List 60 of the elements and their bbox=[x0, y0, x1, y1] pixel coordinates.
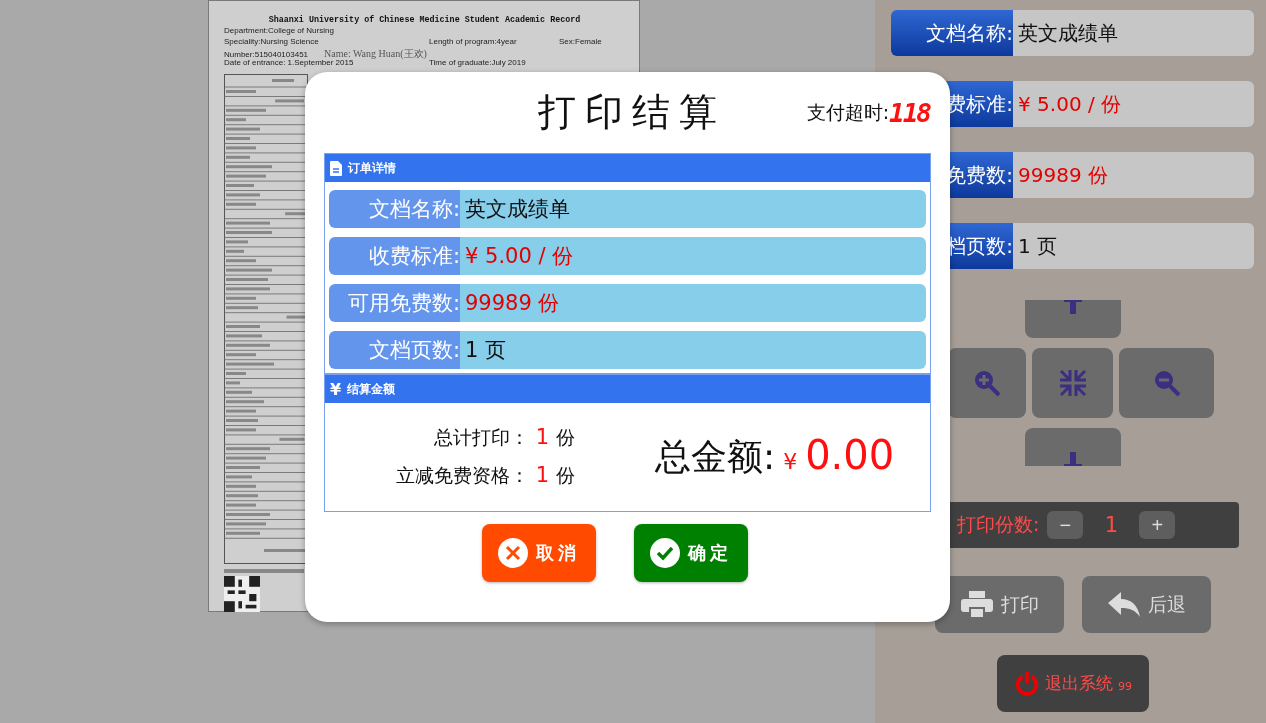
countdown-timer: 118 bbox=[889, 97, 930, 128]
order-value: 1 页 bbox=[460, 331, 926, 369]
order-label: 文档页数: bbox=[329, 331, 460, 369]
order-value: 99989 份 bbox=[460, 284, 926, 322]
bar-icon bbox=[1061, 452, 1085, 466]
field-value: 英文成绩单 bbox=[1013, 10, 1254, 56]
order-label: 文档名称: bbox=[329, 190, 460, 228]
zoom-out-button[interactable] bbox=[1119, 348, 1214, 418]
summary-label: 总计打印： bbox=[433, 425, 529, 450]
sex-text: Sex:Female bbox=[559, 36, 602, 46]
summary-unit: 份 bbox=[556, 425, 575, 450]
summary-count: 1 bbox=[534, 463, 550, 487]
summary-count: 1 bbox=[534, 425, 550, 449]
field-label: 文档名称: bbox=[891, 10, 1013, 56]
field-value: ¥ 5.00 / 份 bbox=[1013, 81, 1254, 127]
close-icon bbox=[498, 538, 528, 568]
field-value: 1 页 bbox=[1013, 223, 1254, 269]
total-label: 总金额: bbox=[655, 435, 776, 479]
summary-label: 立减免费资格： bbox=[395, 463, 529, 488]
qr-code-icon bbox=[224, 576, 260, 612]
order-value: 英文成绩单 bbox=[460, 190, 926, 228]
speciality-text: Speciality:Nursing Science bbox=[224, 36, 320, 46]
total-amount: 0.00 bbox=[805, 432, 895, 478]
order-label: 收费标准: bbox=[329, 237, 460, 275]
print-button[interactable]: 打印 bbox=[935, 576, 1064, 633]
yen-icon: ¥ bbox=[330, 379, 342, 399]
document-title: Shaanxi University of Chinese Medicine Student Academic Record bbox=[267, 15, 582, 25]
exit-button[interactable]: 退出系统 99 bbox=[997, 655, 1149, 712]
increase-button[interactable]: + bbox=[1139, 511, 1176, 539]
document-icon bbox=[330, 160, 342, 176]
section-title: 结算金额 bbox=[347, 380, 396, 398]
printer-icon bbox=[960, 590, 993, 619]
copies-value: 1 bbox=[1103, 513, 1120, 537]
check-icon bbox=[650, 538, 680, 568]
reply-arrow-icon bbox=[1107, 590, 1140, 619]
cancel-button[interactable]: 取消 bbox=[482, 524, 596, 582]
scroll-up-button[interactable] bbox=[1025, 300, 1121, 338]
graduate-date-text: Time of graduate:July 2019 bbox=[429, 57, 526, 67]
decrease-button[interactable]: − bbox=[1047, 511, 1084, 539]
confirm-button[interactable]: 确定 bbox=[634, 524, 748, 582]
power-icon bbox=[1014, 670, 1040, 697]
exit-count-text: 99 bbox=[1118, 680, 1132, 693]
scroll-down-button[interactable] bbox=[1025, 428, 1121, 466]
dialog-title: 打印结算 bbox=[537, 89, 726, 136]
order-label: 可用免费数: bbox=[329, 284, 460, 322]
copies-label: 打印份数: bbox=[957, 512, 1040, 537]
timeout-label: 支付超时: bbox=[806, 99, 890, 125]
summary-unit: 份 bbox=[556, 463, 575, 488]
department-text: Department:College of Nursing bbox=[224, 26, 334, 35]
exit-label: 退出系统 bbox=[1045, 672, 1113, 695]
back-button[interactable]: 后退 bbox=[1082, 576, 1211, 633]
fit-button[interactable] bbox=[1032, 348, 1113, 418]
program-length-text: Length of program:4year bbox=[429, 36, 518, 46]
section-title: 订单详情 bbox=[348, 159, 396, 177]
bar-icon bbox=[1061, 300, 1085, 314]
total-currency: ¥ bbox=[783, 449, 798, 474]
field-value: 99989 份 bbox=[1013, 152, 1254, 198]
student-number-text: Number:515040103451 bbox=[224, 50, 310, 59]
zoom-in-button[interactable] bbox=[948, 348, 1026, 418]
order-value: ¥ 5.00 / 份 bbox=[460, 237, 926, 275]
